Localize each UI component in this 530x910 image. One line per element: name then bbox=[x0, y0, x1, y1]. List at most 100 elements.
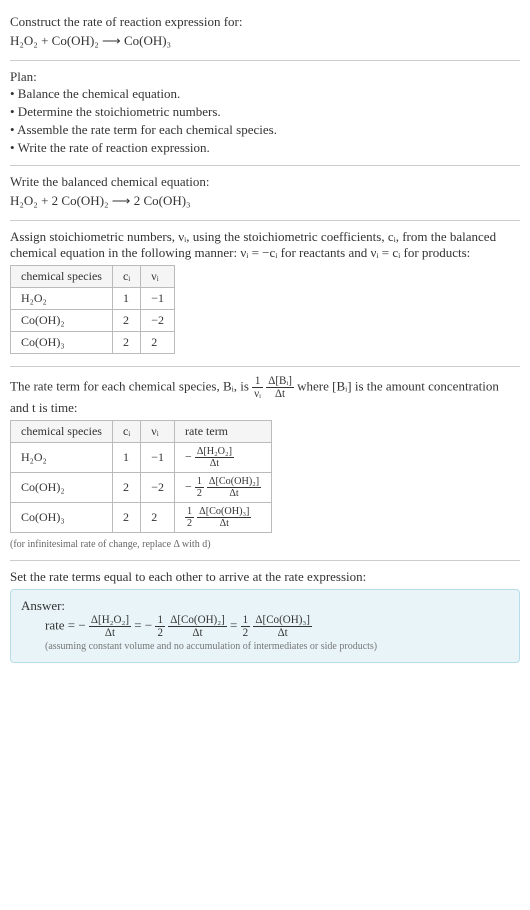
generic-rate-frac: Δ[Bᵢ] Δt bbox=[266, 375, 294, 400]
table-row: Co(OH)₂ 2 −2 − 1 2 Δ[Co(OH)₂] Δt bbox=[11, 473, 272, 503]
neg-sign: − bbox=[185, 449, 192, 463]
rate-frac: Δ[Co(OH)₃] Δt bbox=[197, 506, 251, 529]
cell-ci: 2 bbox=[112, 332, 140, 354]
cell-species: Co(OH)₃ bbox=[11, 503, 113, 533]
th-species: chemical species bbox=[11, 421, 113, 443]
frac-den: 2 bbox=[155, 627, 165, 639]
coef-frac: 1 2 bbox=[185, 506, 194, 529]
table-row: Co(OH)₃ 2 2 bbox=[11, 332, 175, 354]
plan-section: Plan: • Balance the chemical equation. •… bbox=[10, 63, 520, 163]
stoich-section: Assign stoichiometric numbers, νᵢ, using… bbox=[10, 223, 520, 364]
th-ci: cᵢ bbox=[112, 266, 140, 288]
frac-den: Δt bbox=[89, 627, 131, 639]
th-vi: νᵢ bbox=[141, 266, 175, 288]
cell-rate: − 1 2 Δ[Co(OH)₂] Δt bbox=[175, 473, 272, 503]
cell-ci: 2 bbox=[112, 503, 140, 533]
frac-den: 2 bbox=[241, 627, 251, 639]
balanced-section: Write the balanced chemical equation: H₂… bbox=[10, 168, 520, 218]
cell-vi: −2 bbox=[141, 473, 175, 503]
th-species: chemical species bbox=[11, 266, 113, 288]
stoich-intro: Assign stoichiometric numbers, νᵢ, using… bbox=[10, 229, 520, 261]
frac-num: Δ[Co(OH)₃] bbox=[253, 614, 312, 627]
answer-box: Answer: rate = − Δ[H₂O₂] Δt = − 1 2 Δ[Co… bbox=[10, 589, 520, 663]
frac-num: Δ[Co(OH)₂] bbox=[207, 476, 261, 488]
neg-sign: − bbox=[78, 617, 85, 632]
divider bbox=[10, 220, 520, 221]
cell-species: H₂O₂ bbox=[11, 443, 113, 473]
equals-sign: = bbox=[134, 617, 145, 632]
cell-species: Co(OH)₂ bbox=[11, 473, 113, 503]
th-rate: rate term bbox=[175, 421, 272, 443]
balanced-equation: H₂O₂ + 2 Co(OH)₂ ⟶ 2 Co(OH)₃ bbox=[10, 190, 520, 212]
prompt-equation: H₂O₂ + Co(OH)₂ ⟶ Co(OH)₃ bbox=[10, 30, 520, 52]
plan-item: • Assemble the rate term for each chemic… bbox=[10, 121, 520, 139]
divider bbox=[10, 60, 520, 61]
frac-den: Δt bbox=[195, 458, 234, 469]
rate-frac-3: Δ[Co(OH)₃] Δt bbox=[253, 614, 312, 639]
answer-note: (assuming constant volume and no accumul… bbox=[21, 639, 509, 654]
coef-frac-2: 1 2 bbox=[155, 614, 165, 639]
frac-den: 2 bbox=[195, 488, 204, 499]
prompt-section: Construct the rate of reaction expressio… bbox=[10, 8, 520, 58]
rate-label: rate = bbox=[45, 617, 78, 632]
frac-den: 2 bbox=[185, 518, 194, 529]
table-row: H₂O₂ 1 −1 − Δ[H₂O₂] Δt bbox=[11, 443, 272, 473]
cell-rate: − Δ[H₂O₂] Δt bbox=[175, 443, 272, 473]
divider bbox=[10, 366, 520, 367]
rate-terms-note: (for infinitesimal rate of change, repla… bbox=[10, 537, 520, 552]
cell-vi: −1 bbox=[141, 443, 175, 473]
frac-num: Δ[H₂O₂] bbox=[195, 446, 234, 458]
final-intro: Set the rate terms equal to each other t… bbox=[10, 569, 520, 585]
cell-vi: 2 bbox=[141, 332, 175, 354]
cell-ci: 2 bbox=[112, 473, 140, 503]
table-row: H₂O₂ 1 −1 bbox=[11, 288, 175, 310]
cell-vi: 2 bbox=[141, 503, 175, 533]
table-row: Co(OH)₂ 2 −2 bbox=[11, 310, 175, 332]
frac-den: Δt bbox=[207, 488, 261, 499]
plan-item: • Balance the chemical equation. bbox=[10, 85, 520, 103]
frac-num: Δ[Co(OH)₂] bbox=[168, 614, 227, 627]
th-vi: νᵢ bbox=[141, 421, 175, 443]
frac-num: Δ[Bᵢ] bbox=[266, 375, 294, 388]
rate-frac: Δ[H₂O₂] Δt bbox=[195, 446, 234, 469]
cell-species: Co(OH)₃ bbox=[11, 332, 113, 354]
rate-frac-2: Δ[Co(OH)₂] Δt bbox=[168, 614, 227, 639]
table-row: Co(OH)₃ 2 2 1 2 Δ[Co(OH)₃] Δt bbox=[11, 503, 272, 533]
answer-expression: rate = − Δ[H₂O₂] Δt = − 1 2 Δ[Co(OH)₂] Δ… bbox=[21, 614, 509, 639]
frac-num: 1 bbox=[185, 506, 194, 518]
frac-num: Δ[H₂O₂] bbox=[89, 614, 131, 627]
frac-den: Δt bbox=[253, 627, 312, 639]
frac-num: 1 bbox=[195, 476, 204, 488]
frac-num: 1 bbox=[241, 614, 251, 627]
frac-num: Δ[Co(OH)₃] bbox=[197, 506, 251, 518]
plan-item: • Determine the stoichiometric numbers. bbox=[10, 103, 520, 121]
stoich-table: chemical species cᵢ νᵢ H₂O₂ 1 −1 Co(OH)₂… bbox=[10, 265, 175, 354]
cell-ci: 1 bbox=[112, 288, 140, 310]
rate-terms-section: The rate term for each chemical species,… bbox=[10, 369, 520, 558]
plan-heading: Plan: bbox=[10, 69, 520, 85]
plan-item: • Write the rate of reaction expression. bbox=[10, 139, 520, 157]
balanced-heading: Write the balanced chemical equation: bbox=[10, 174, 520, 190]
frac-num: 1 bbox=[155, 614, 165, 627]
table-header-row: chemical species cᵢ νᵢ rate term bbox=[11, 421, 272, 443]
frac-den: Δt bbox=[168, 627, 227, 639]
rate-frac-1: Δ[H₂O₂] Δt bbox=[89, 614, 131, 639]
intro-text-a: The rate term for each chemical species,… bbox=[10, 378, 252, 393]
neg-sign: − bbox=[145, 617, 152, 632]
divider bbox=[10, 165, 520, 166]
answer-label: Answer: bbox=[21, 598, 509, 614]
generic-coef-frac: 1 νᵢ bbox=[252, 375, 263, 400]
cell-vi: −1 bbox=[141, 288, 175, 310]
cell-species: Co(OH)₂ bbox=[11, 310, 113, 332]
neg-sign: − bbox=[185, 479, 192, 493]
divider bbox=[10, 560, 520, 561]
frac-den: νᵢ bbox=[252, 388, 263, 400]
rate-frac: Δ[Co(OH)₂] Δt bbox=[207, 476, 261, 499]
equals-sign: = bbox=[230, 617, 241, 632]
cell-rate: 1 2 Δ[Co(OH)₃] Δt bbox=[175, 503, 272, 533]
rate-terms-table: chemical species cᵢ νᵢ rate term H₂O₂ 1 … bbox=[10, 420, 272, 533]
prompt-line: Construct the rate of reaction expressio… bbox=[10, 14, 520, 30]
frac-den: Δt bbox=[266, 388, 294, 400]
table-header-row: chemical species cᵢ νᵢ bbox=[11, 266, 175, 288]
final-section: Set the rate terms equal to each other t… bbox=[10, 563, 520, 669]
